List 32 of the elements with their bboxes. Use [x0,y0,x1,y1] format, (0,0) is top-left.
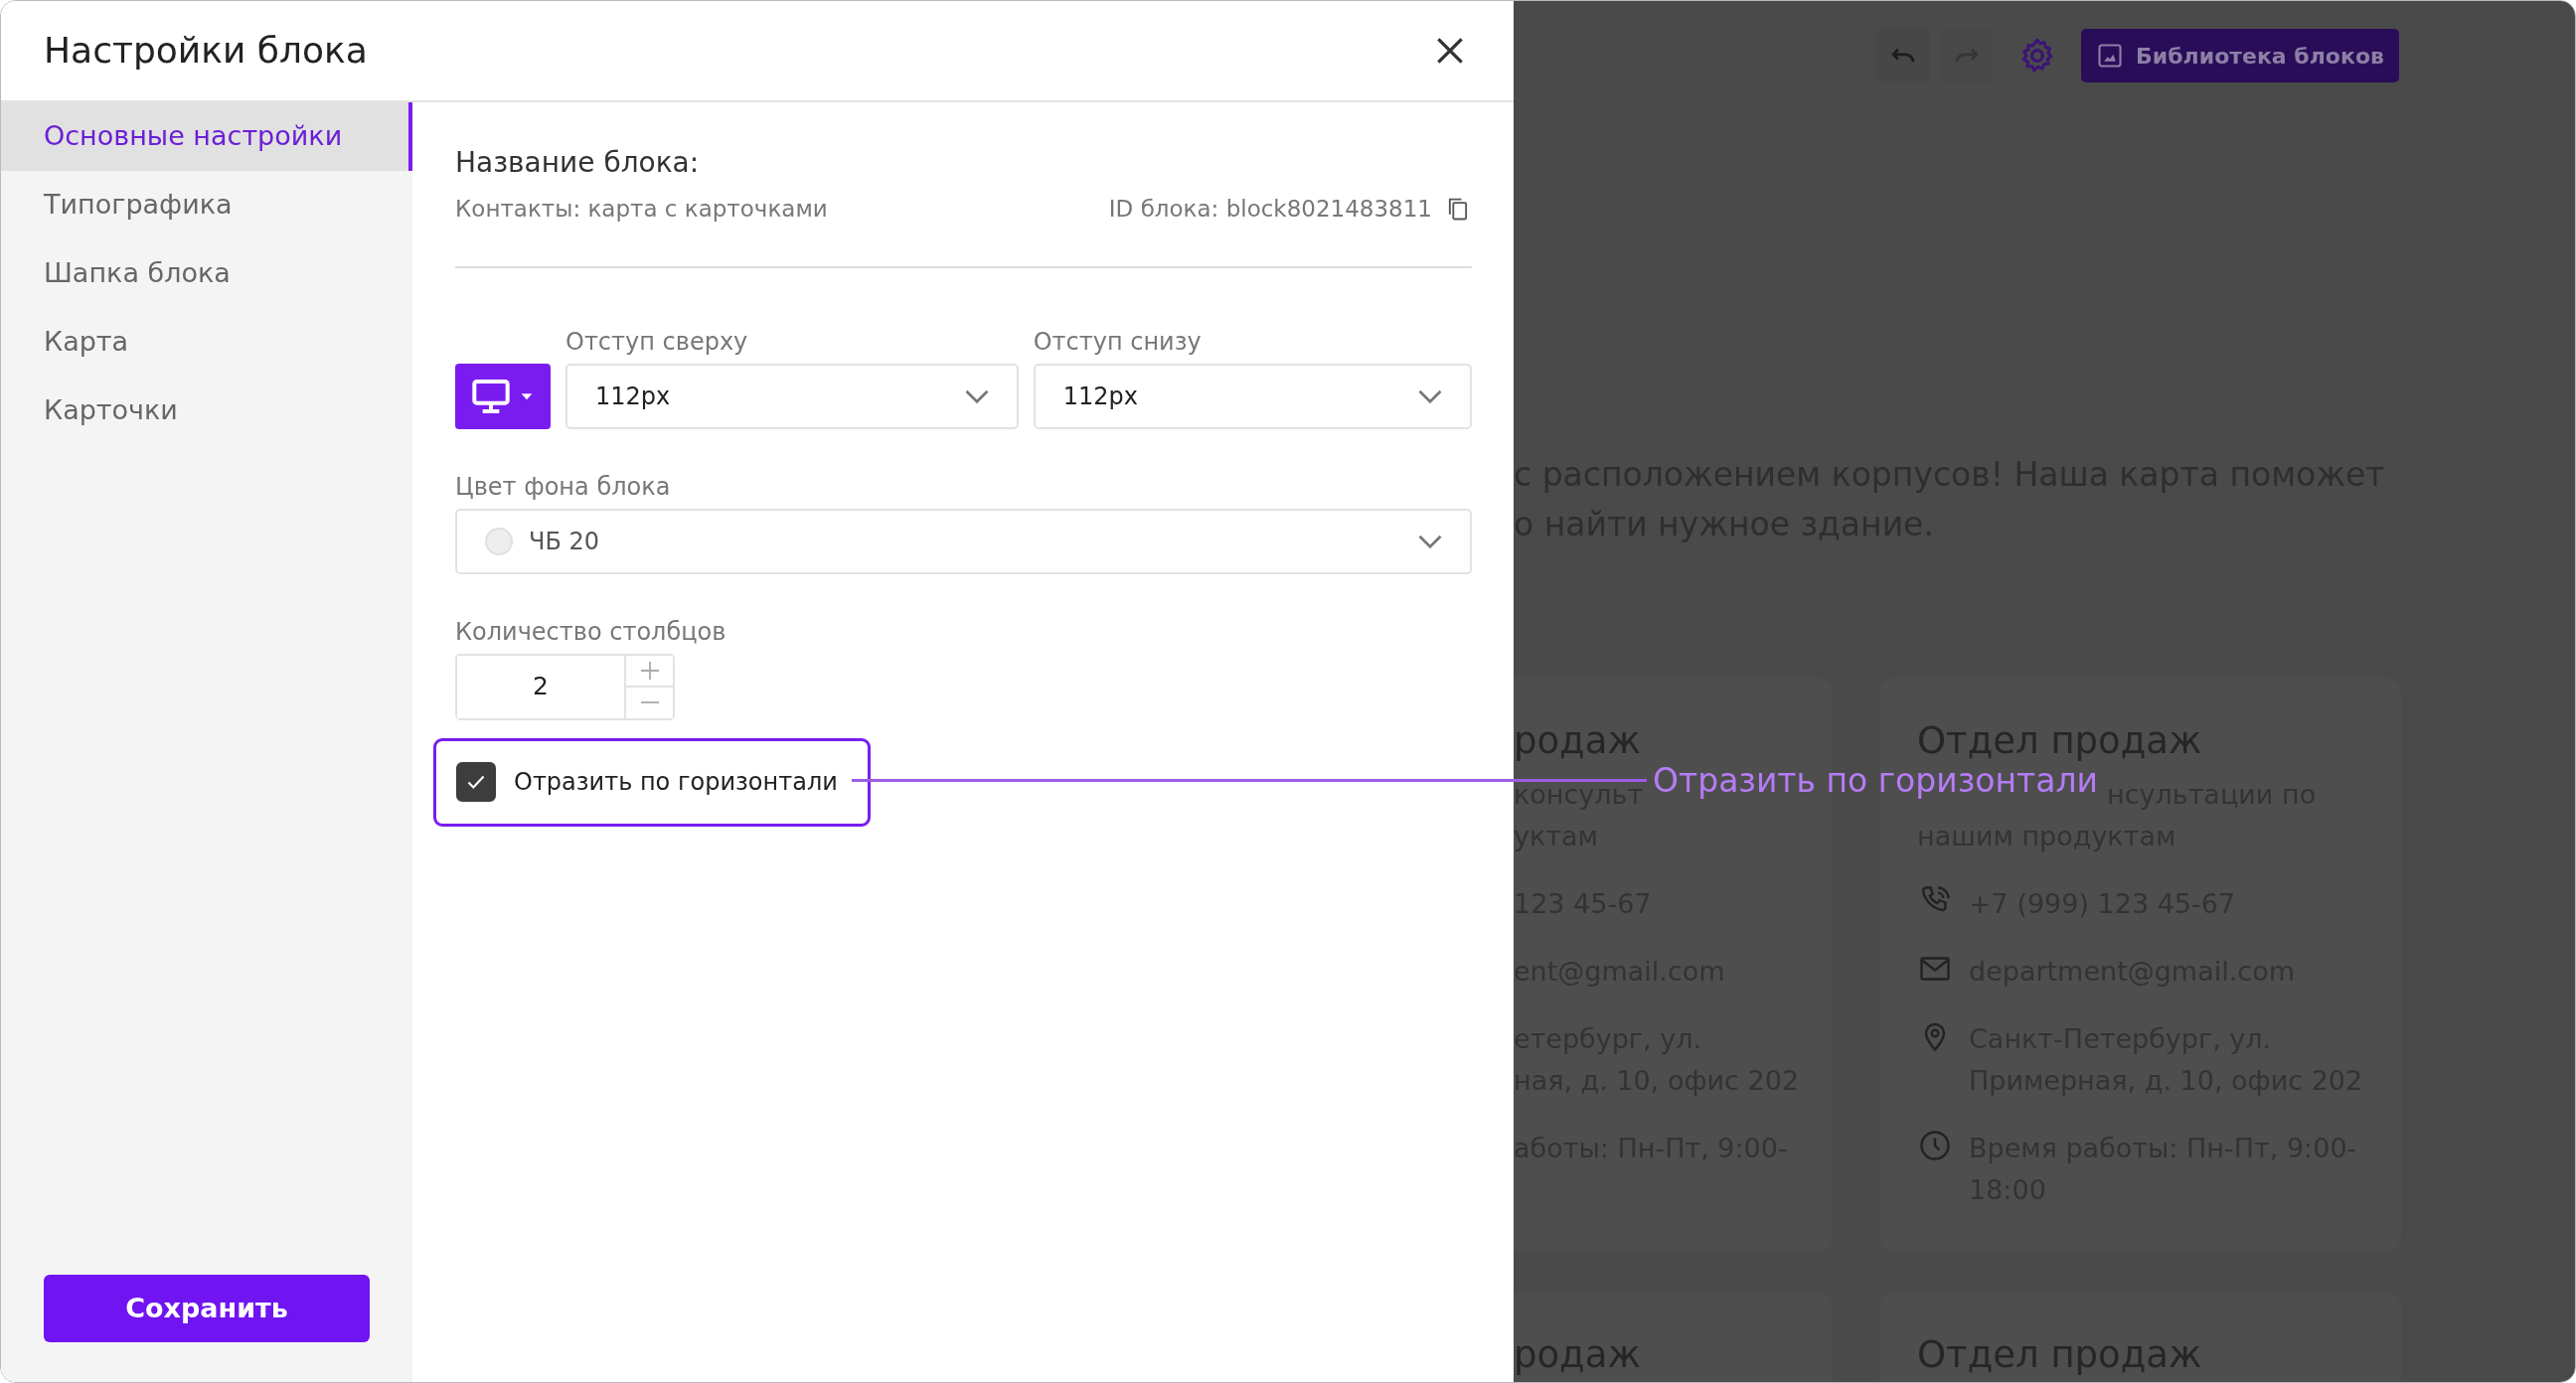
library-button[interactable]: Библиотека блоков [2081,29,2399,82]
field-label: Отступ снизу [1033,326,1203,358]
sidebar-item[interactable]: Карта [1,308,412,377]
chevron-down-icon [964,388,989,403]
block-id: ID блока: block8021483811 [1108,195,1432,224]
padding-select[interactable]: 112px [1033,363,1472,429]
checkbox[interactable] [456,762,496,802]
color-select[interactable]: ЧБ 20 [455,508,1472,574]
device-dropdown-button[interactable] [455,363,551,429]
checkbox-label: Отразить по горизонтали [514,767,838,798]
modal-title: Настройки блока [44,29,368,73]
padding-select[interactable]: 112px [565,363,1019,429]
clock-icon [1917,1128,1953,1163]
sidebar-item[interactable]: Шапка блока [1,239,412,308]
block-name-label: Название блока: [455,145,701,181]
save-button[interactable]: Сохранить [44,1275,370,1342]
minus-icon [640,701,659,704]
callout-label: Отразить по горизонтали [1653,761,2098,802]
chevron-down-icon [1418,534,1442,548]
plus-icon [640,661,659,680]
field-label: Цвет фона блока [455,471,672,503]
number-stepper[interactable]: 2 [455,653,675,720]
sidebar-item[interactable]: Типографика [1,171,412,239]
image-icon [2096,42,2125,70]
decrement-button[interactable] [626,686,673,718]
sidebar-item[interactable]: Основные настройки [1,102,412,171]
field-label: Количество столбцов [455,616,727,648]
sidebar-item[interactable]: Карточки [1,377,412,445]
chevron-down-icon [1418,388,1442,403]
color-swatch [485,527,513,555]
field-label: Отступ сверху [565,326,749,358]
block-name-value: Контакты: карта с карточками [455,195,828,224]
